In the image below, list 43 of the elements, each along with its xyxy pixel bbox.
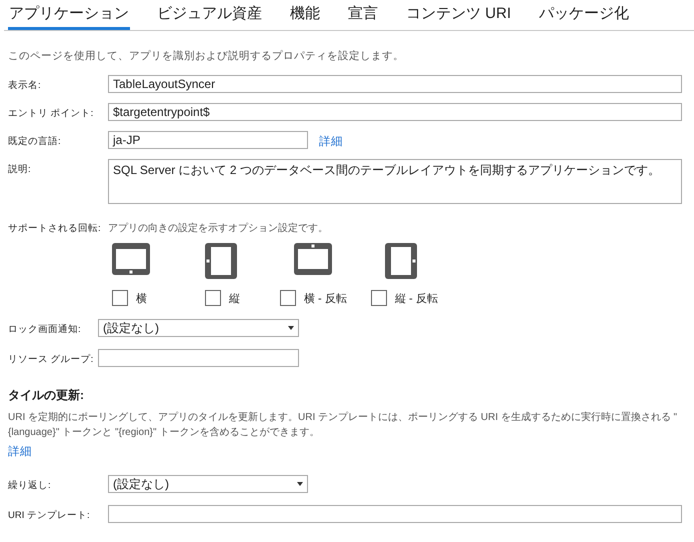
tab[interactable]: アプリケーション (8, 1, 130, 30)
page-description: このページを使用して、アプリを識別および説明するプロパティを設定します。 (8, 49, 404, 63)
section-description: URI を定期的にポーリングして、アプリのタイルを更新します。URI テンプレートには、ポーリングする URI を生成するために実行時に置換される "{language}" トークンと "{region}" トークンを含めることができます。 (8, 410, 678, 440)
checkbox[interactable] (205, 290, 221, 306)
checkbox-label: 縦 (229, 292, 240, 306)
details-link[interactable]: 詳細 (308, 131, 686, 149)
tablet-icon (112, 243, 150, 275)
field-label: エントリ ポイント: (8, 107, 94, 120)
field-label: 既定の言語: (8, 135, 61, 148)
checkbox[interactable] (112, 290, 128, 306)
text-field[interactable] (108, 505, 682, 523)
text-field[interactable]: $targetentrypoint$ (108, 103, 682, 121)
dropdown[interactable]: (設定なし) (108, 475, 308, 493)
field-label: リソース グループ: (8, 353, 94, 366)
checkbox-label: 横 (136, 292, 147, 306)
tab[interactable]: 機能 (289, 1, 321, 30)
checkbox[interactable] (371, 290, 387, 306)
section-title: タイルの更新: (8, 387, 85, 404)
tab[interactable]: ビジュアル資産 (156, 1, 263, 30)
tab[interactable]: 宣言 (347, 1, 379, 30)
tab[interactable]: コンテンツ URI (405, 1, 512, 30)
field-label: 表示名: (8, 79, 41, 92)
field-label: サポートされる回転: (8, 222, 101, 235)
text-field[interactable] (98, 349, 299, 367)
tablet-icon (294, 243, 332, 275)
caret-icon (297, 482, 303, 486)
text-field[interactable]: ja-JP (108, 131, 308, 149)
field-label: ロック画面通知: (8, 323, 81, 336)
checkbox-label: 横 - 反転 (304, 292, 347, 306)
tablet-icon (385, 243, 417, 279)
field-label: 繰り返し: (8, 479, 51, 492)
tablet-icon (205, 243, 237, 279)
field-label: 説明: (8, 163, 31, 176)
checkbox-label: 縦 - 反転 (395, 292, 438, 306)
caret-icon (288, 326, 294, 330)
text-area[interactable]: SQL Server において 2 つのデータベース間のテーブルレイアウトを同期するアプリケーションです。 (108, 159, 682, 204)
field-label: URI テンプレート: (8, 509, 90, 522)
text-field[interactable]: TableLayoutSyncer (108, 75, 682, 93)
hint-text: アプリの向きの設定を示すオプション設定です。 (108, 222, 328, 235)
dropdown[interactable]: (設定なし) (98, 319, 299, 337)
checkbox[interactable] (280, 290, 296, 306)
details-link[interactable]: 詳細 (8, 444, 32, 459)
tab[interactable]: パッケージ化 (538, 1, 630, 30)
